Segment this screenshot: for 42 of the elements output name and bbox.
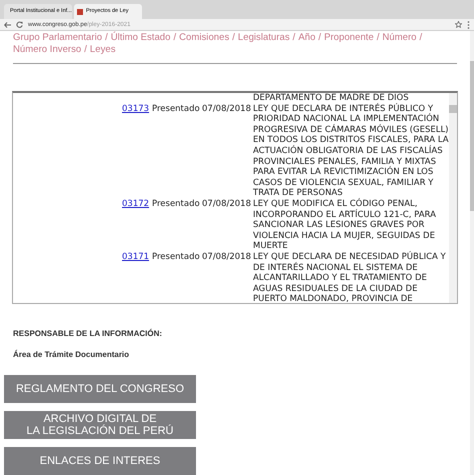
description-cell-text: LEY QUE MODIFICA EL CÓDIGO PENAL, INCORPORANDO EL ARTÍCULO 121-C, PARA SANCIONAR LAS LESIONES GRAVES POR VIOLENCIA HACIA LA MUJER, SEGUIDAS DE MUERTE [253,198,436,252]
star-icon[interactable] [455,21,462,28]
status-cell-text: Presentado [152,104,201,116]
nav-link[interactable]: Legislaturas [238,32,290,44]
separator: / [376,32,380,44]
nav-link[interactable]: Leyes [90,44,116,56]
separator: / [104,32,109,44]
separator: / [172,32,178,44]
nav-link[interactable]: Comisiones [179,32,230,44]
bill-number-link[interactable]: 03173 [122,104,152,199]
date-cell-text: 07/08/2018 [202,198,252,211]
nav-link[interactable]: Número [382,32,416,44]
reload-icon[interactable] [16,21,23,28]
separator: / [317,32,322,44]
bill-number-link[interactable]: 03172 [122,198,152,252]
responsible-value: Área de Trámite Documentario [13,349,130,361]
description-cell-text: LEY QUE DECLARA DE INTERÉS PÚBLICO Y PRIORIDAD NACIONAL LA IMPLEMENTACIÓN PROGRESIVA DE CÁMARAS MÓVILES (GESELL) EN TODOS LOS DISTRITOS FISCALES, PARA LA ACTUACIÓN OBLIGATORIA DE LAS FISCALÍAS PROVINCIALES PENALES, FAMILIA Y MIXTAS PARA EVITAR LA REVICTIMIZACIÓN EN LOS CASOS DE VIOLENCIA SEXUAL, FAMILIAR Y TRATA DE PERSONAS [253,104,449,198]
nav-link[interactable]: Año [298,32,316,44]
link-button[interactable]: ARCHIVO DIGITAL DE LA LEGISLACIÓN DEL PERÚ [4,411,196,439]
scrollbar[interactable] [449,93,457,303]
responsible-label: RESPONSABLE DE LA INFORMACIÓN: [13,328,164,340]
menu-icon[interactable] [467,20,470,28]
separator: / [231,32,236,44]
separator: / [418,32,424,44]
page-scrollbar[interactable] [470,31,474,475]
description-cell: DEPARTAMENTO DE MADRE DE DIOS [253,93,409,103]
description-cell-text: LEY QUE DECLARA DE NECESIDAD PÚBLICA Y DE INTERÉS NACIONAL EL SISTEMA DE ALCANTARILLADO Y EL TRATAMIENTO DE AGUAS RESIDUALES DE LA CIUDAD DE PUERTO MALDONADO, PROVINCIA DE [253,252,447,303]
status-cell-text: Presentado [152,198,201,211]
site-icon [77,8,83,14]
date-cell-text: 07/08/2018 [202,252,252,264]
status-cell-text: Presentado [152,252,201,264]
date-cell-text: 07/08/2018 [202,104,252,116]
nav-link[interactable]: Número Inverso [13,44,82,56]
nav-link[interactable]: Proponente [324,32,374,44]
back-icon[interactable] [4,22,11,28]
separator: / [292,32,296,44]
link-button[interactable]: ENLACES DE INTERES [4,447,196,475]
nav-link[interactable]: Grupo Parlamentario [13,32,102,44]
bill-number-link[interactable]: 03171 [122,252,152,303]
separator: / [83,44,88,56]
link-button[interactable]: REGLAMENTO DEL CONGRESO [4,375,196,403]
nav-link[interactable]: Último Estado [110,32,170,44]
